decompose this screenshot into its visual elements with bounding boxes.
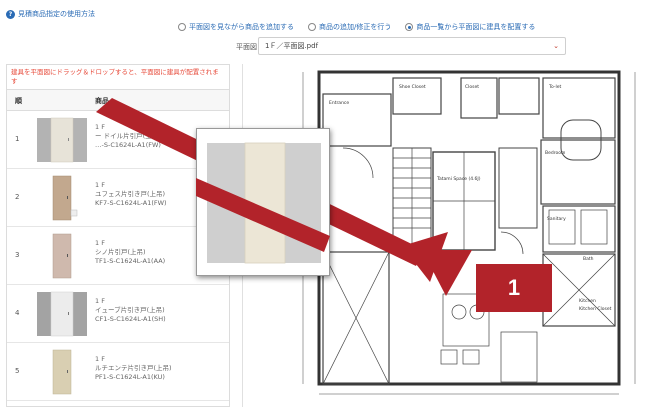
row-number: 3 xyxy=(15,251,20,259)
door-thumbnail[interactable] xyxy=(37,232,87,280)
row-product-code: PF1-S-C1624L-A1(KU) xyxy=(95,373,165,381)
door-thumbnail[interactable] xyxy=(37,290,87,338)
drag-preview-popup xyxy=(196,128,330,276)
row-product-code: KF7-S-C1624L-A1(FW) xyxy=(95,199,167,207)
door-thumbnail[interactable] xyxy=(37,348,87,396)
column-header-product: 商品 xyxy=(95,97,109,105)
row-info: 1 F シノ片引戸(上吊) TF1-S-C1624L-A1(AA) xyxy=(95,239,165,266)
plan-select-label: 平面図 xyxy=(236,43,257,51)
door-thumbnail[interactable] xyxy=(37,174,87,222)
room-label: Kitchen Closet xyxy=(579,306,612,312)
mode-radio-group: 平面図を見ながら商品を追加する 商品の追加/修正を行う 商品一覧から平面図に建具… xyxy=(178,22,535,32)
radio-label: 商品の追加/修正を行う xyxy=(319,23,392,31)
chevron-down-icon: ⌄ xyxy=(553,42,559,50)
row-floor: 1 F xyxy=(95,239,105,247)
row-product-name: ユフェス片引き戸(上吊) xyxy=(95,190,166,198)
room-label: To-let xyxy=(548,84,561,90)
radio-label: 商品一覧から平面図に建具を配置する xyxy=(416,23,536,31)
row-number: 1 xyxy=(15,135,20,143)
row-product-name: ー ドイル片引戸(上吊) xyxy=(95,132,161,140)
row-number: 4 xyxy=(15,309,20,317)
row-product-name: ルチエンテ片引き戸(上吊) xyxy=(95,364,172,372)
radio-label: 平面図を見ながら商品を追加する xyxy=(189,23,294,31)
radio-circle xyxy=(308,23,316,31)
row-product-code: CF1-S-C1624L-A1(SH) xyxy=(95,315,166,323)
row-product-code: TF1-S-C1624L-A1(AA) xyxy=(95,257,166,265)
room-label: Closet xyxy=(465,84,479,90)
mode-radio-edit-items[interactable]: 商品の追加/修正を行う xyxy=(308,22,391,32)
row-number: 2 xyxy=(15,193,20,201)
plan-select[interactable]: 1Ｆ／平面図.pdf ⌄ xyxy=(258,37,566,55)
table-row[interactable]: 5 1 F ルチエンテ片引き戸(上吊) PF1-S-C1624L-A1(KU) xyxy=(7,343,229,401)
row-info: 1 F ー ドイル片引戸(上吊) …-S-C1624L-A1(FW) xyxy=(95,123,161,150)
table-header: 順 商品 xyxy=(7,89,229,111)
plan-select-value: 1Ｆ／平面図.pdf xyxy=(265,42,319,50)
row-product-name: シノ片引戸(上吊) xyxy=(95,248,146,256)
mode-radio-browse-plan[interactable]: 平面図を見ながら商品を追加する xyxy=(178,22,294,32)
row-info: 1 F イューブ片引き戸(上吊) CF1-S-C1624L-A1(SH) xyxy=(95,297,166,324)
room-label: Tatami Space (4.6J) xyxy=(436,176,481,182)
radio-circle xyxy=(405,23,414,31)
table-row[interactable]: 4 1 F イューブ片引き戸(上吊) CF1-S-C1624L-A1(SH) xyxy=(7,285,229,343)
room-label: Sanitary xyxy=(547,216,566,222)
step-number-badge: 1 xyxy=(476,264,552,312)
row-number: 5 xyxy=(15,367,20,375)
question-icon: ? xyxy=(6,9,15,19)
drag-notice: 建具を平面図にドラッグ＆ドロップすると、平面図に建具が配置されます xyxy=(11,68,219,85)
room-label: Bedroom xyxy=(545,150,565,156)
row-floor: 1 F xyxy=(95,181,105,189)
room-label: Entrance xyxy=(329,100,349,106)
help-label: 見積商品指定の使用方法 xyxy=(18,10,95,18)
door-thumbnail[interactable] xyxy=(37,116,87,164)
column-header-order: 順 xyxy=(15,97,22,105)
radio-circle xyxy=(178,23,186,31)
row-info: 1 F ユフェス片引き戸(上吊) KF7-S-C1624L-A1(FW) xyxy=(95,181,167,208)
row-floor: 1 F xyxy=(95,123,105,131)
row-info: 1 F ルチエンテ片引き戸(上吊) PF1-S-C1624L-A1(KU) xyxy=(95,355,172,382)
toolbar: ? 見積商品指定の使用方法 平面図を見ながら商品を追加する 商品の追加/修正を行… xyxy=(0,0,662,62)
room-label: Bath xyxy=(583,256,594,262)
help-link[interactable]: ? 見積商品指定の使用方法 xyxy=(6,9,95,19)
row-floor: 1 F xyxy=(95,297,105,305)
row-floor: 1 F xyxy=(95,355,105,363)
row-product-code: …-S-C1624L-A1(FW) xyxy=(95,141,161,149)
row-product-name: イューブ片引き戸(上吊) xyxy=(95,306,165,314)
room-label: Kitchen xyxy=(579,298,596,304)
mode-radio-place-from-list[interactable]: 商品一覧から平面図に建具を配置する xyxy=(405,22,535,32)
room-label: Shoe Closet xyxy=(399,84,426,90)
